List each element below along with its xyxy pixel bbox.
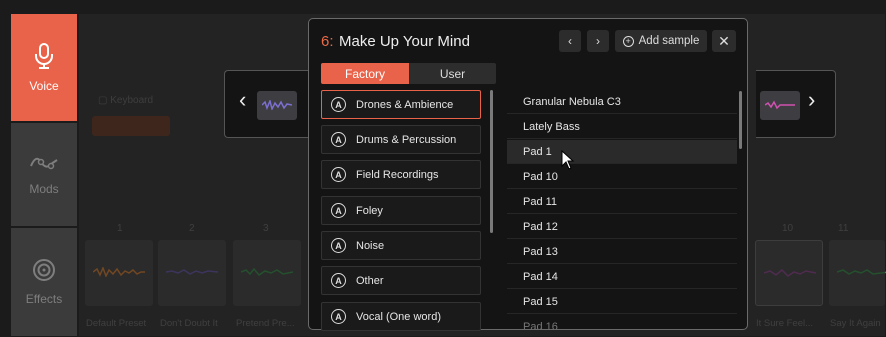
nav-mods-label: Mods (29, 181, 59, 196)
sample-item[interactable]: Lately Bass (507, 115, 737, 139)
previous-slot-thumbnail (257, 91, 297, 120)
sample-item[interactable]: Pad 14 (507, 265, 737, 289)
category-a-icon: A (331, 238, 346, 253)
category-item[interactable]: A Drones & Ambience (321, 90, 481, 119)
nav-effects-label: Effects (25, 292, 63, 306)
nav-effects-button[interactable]: Effects (11, 228, 77, 336)
category-item[interactable]: A Vocal (One word) (321, 302, 481, 331)
sample-item[interactable]: Granular Nebula C3 (507, 90, 737, 114)
sample-item[interactable]: Pad 16 (507, 315, 737, 330)
chevron-left-icon: ‹ (568, 34, 572, 48)
sample-item[interactable]: Pad 1 (507, 140, 737, 164)
slot-number-label: 6: (321, 33, 334, 50)
category-label: Vocal (One word) (356, 310, 441, 323)
tab-user[interactable]: User (409, 63, 496, 84)
nav-mods-button[interactable]: Mods (11, 123, 77, 226)
modulation-curve-icon (29, 154, 59, 172)
plus-circle-icon: + (622, 35, 634, 47)
category-item[interactable]: A Other (321, 266, 481, 295)
add-sample-button[interactable]: + Add sample (615, 30, 707, 52)
waveform-icon (765, 100, 795, 110)
sample-list: Granular Nebula C3 Lately Bass Pad 1 Pad… (507, 90, 737, 329)
sample-item[interactable]: Pad 11 (507, 190, 737, 214)
category-item[interactable]: A Field Recordings (321, 160, 481, 189)
sample-item[interactable]: Pad 13 (507, 240, 737, 264)
category-a-icon: A (331, 132, 346, 147)
category-label: Noise (356, 239, 385, 252)
category-scrollbar[interactable] (490, 90, 493, 233)
next-button[interactable]: › (587, 30, 609, 52)
mouse-cursor-icon (561, 150, 575, 170)
close-icon: ✕ (718, 32, 730, 49)
left-nav: Voice Mods Effects (11, 14, 77, 336)
add-sample-label: Add sample (638, 35, 700, 47)
category-label: Foley (356, 204, 383, 217)
category-label: Drones & Ambience (356, 98, 454, 111)
tab-factory[interactable]: Factory (321, 63, 409, 84)
sample-item[interactable]: Pad 10 (507, 165, 737, 189)
category-a-icon: A (331, 167, 346, 182)
category-a-icon: A (331, 273, 346, 288)
category-a-icon: A (331, 97, 346, 112)
chevron-right-icon: › (596, 34, 600, 48)
close-button[interactable]: ✕ (712, 30, 736, 52)
category-item[interactable]: A Noise (321, 231, 481, 260)
modal-title: Make Up Your Mind (339, 33, 470, 50)
previous-button[interactable]: ‹ (559, 30, 581, 52)
category-item[interactable]: A Drums & Percussion (321, 125, 481, 154)
chevron-right-icon[interactable]: › (808, 89, 815, 111)
category-label: Field Recordings (356, 168, 439, 181)
category-a-icon: A (331, 309, 346, 324)
waveform-icon (262, 100, 292, 110)
sample-browser-modal: 6: Make Up Your Mind ‹ › + Add sample ✕ … (308, 18, 748, 331)
category-item[interactable]: A Foley (321, 196, 481, 225)
library-tabs: Factory User (321, 63, 496, 84)
next-slot-thumbnail (760, 91, 800, 120)
category-label: Drums & Percussion (356, 133, 457, 146)
nav-voice-label: Voice (29, 78, 59, 93)
sample-scrollbar[interactable] (739, 91, 742, 149)
microphone-icon (34, 42, 54, 69)
effects-target-icon (32, 258, 56, 282)
previous-slot-tab[interactable]: ‹ (224, 70, 308, 138)
sample-item[interactable]: Pad 12 (507, 215, 737, 239)
chevron-left-icon[interactable]: ‹ (239, 89, 246, 111)
category-a-icon: A (331, 203, 346, 218)
nav-voice-button[interactable]: Voice (11, 14, 77, 121)
category-label: Other (356, 274, 384, 287)
next-slot-tab[interactable]: › (756, 70, 836, 138)
sample-item[interactable]: Pad 15 (507, 290, 737, 314)
